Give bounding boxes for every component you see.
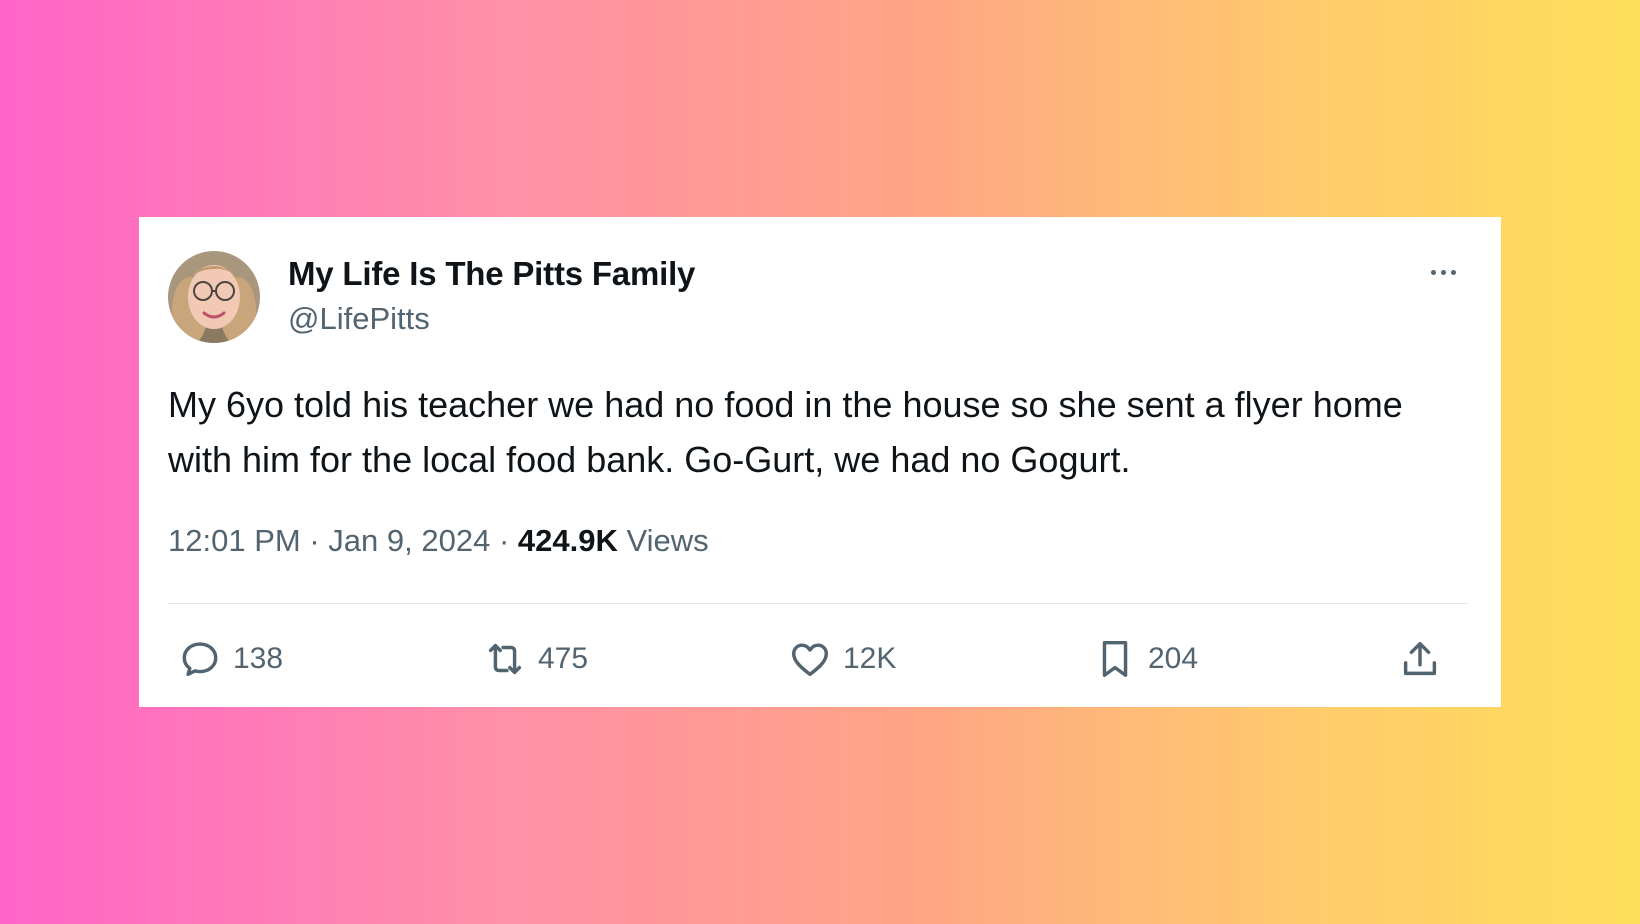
like-count: 12K <box>843 642 897 675</box>
user-handle[interactable]: @LifePitts <box>288 301 430 337</box>
tweet-card: My Life Is The Pitts Family @LifePitts M… <box>139 217 1501 707</box>
reply-bubble-icon <box>182 642 218 677</box>
share-button[interactable] <box>1397 634 1443 684</box>
tweet-date[interactable]: Jan 9, 2024 <box>328 523 490 558</box>
avatar[interactable] <box>168 251 260 343</box>
bookmark-icon <box>1102 640 1128 678</box>
repost-count: 475 <box>538 642 589 675</box>
like-button[interactable]: 12K <box>787 634 896 684</box>
action-bar: 138 475 12K 204 <box>177 634 1477 684</box>
reply-button[interactable]: 138 <box>177 634 283 684</box>
avatar-photo-icon <box>168 251 260 343</box>
bookmark-button[interactable]: 204 <box>1092 634 1198 684</box>
bookmark-count: 204 <box>1148 642 1199 675</box>
more-dots-icon <box>1430 269 1436 275</box>
more-options-button[interactable] <box>1421 257 1465 287</box>
tweet-time[interactable]: 12:01 PM <box>168 523 301 558</box>
heart-icon <box>791 643 829 677</box>
tweet-text: My 6yo told his teacher we had no food i… <box>168 384 1403 480</box>
separator: · <box>309 523 320 558</box>
repost-arrows-icon <box>488 643 522 675</box>
views-label: Views <box>626 523 709 558</box>
views-count: 424.9K <box>517 523 618 558</box>
separator: · <box>498 523 510 558</box>
display-name[interactable]: My Life Is The Pitts Family <box>288 255 695 293</box>
divider <box>168 603 1468 604</box>
repost-button[interactable]: 475 <box>482 634 588 684</box>
tweet-metadata: 12:01 PM · Jan 9, 2024 · 424.9K Views <box>168 523 709 559</box>
share-upload-icon <box>1403 641 1437 676</box>
reply-count: 138 <box>233 642 284 675</box>
